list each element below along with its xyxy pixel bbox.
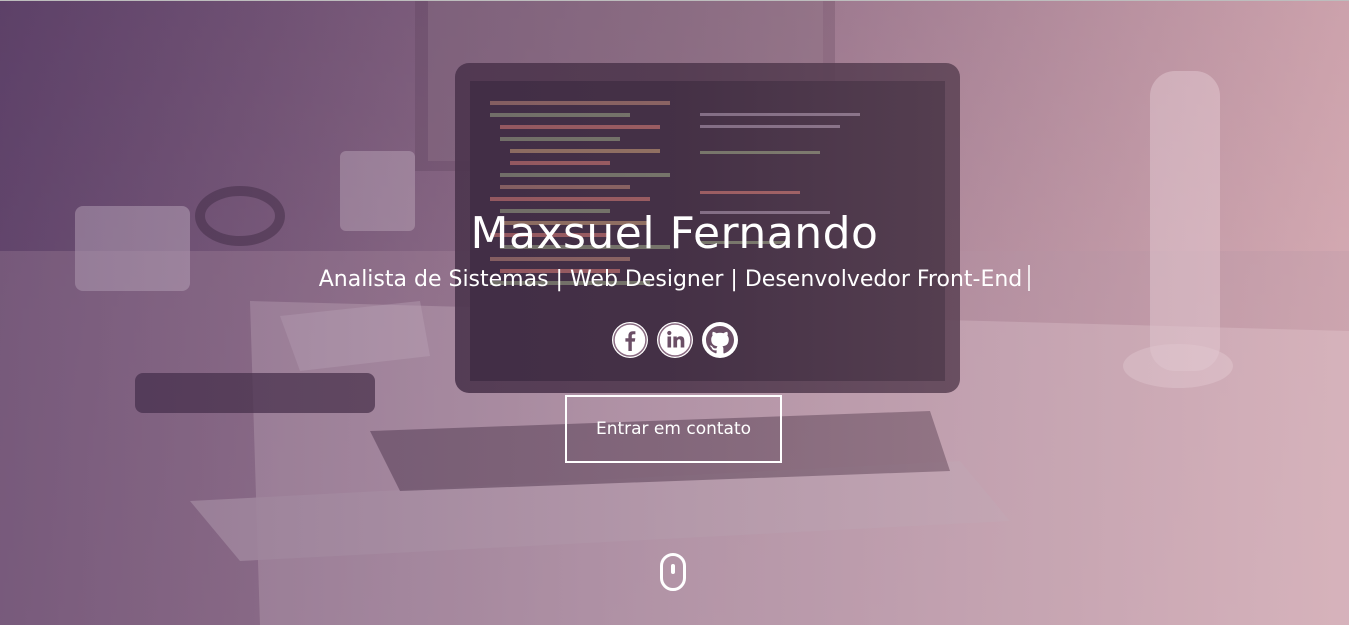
linkedin-icon — [657, 323, 692, 357]
github-icon — [705, 326, 734, 354]
typing-cursor — [1028, 265, 1031, 291]
social-links — [0, 322, 1349, 358]
hero-content: Maxsuel Fernando Analista de Sistemas | … — [0, 1, 1349, 625]
subtitle-text: Analista de Sistemas | Web Designer | De… — [318, 267, 1023, 292]
contact-button[interactable]: Entrar em contato — [565, 395, 782, 463]
page-title: Maxsuel Fernando — [470, 208, 879, 259]
linkedin-link[interactable] — [656, 322, 693, 358]
github-link[interactable] — [701, 322, 738, 358]
mouse-wheel — [671, 564, 675, 574]
scroll-down-icon[interactable] — [660, 553, 686, 591]
hero-section: Maxsuel Fernando Analista de Sistemas | … — [0, 0, 1349, 625]
facebook-icon — [612, 323, 647, 357]
subtitle: Analista de Sistemas | Web Designer | De… — [0, 265, 1349, 295]
facebook-link[interactable] — [611, 322, 648, 358]
